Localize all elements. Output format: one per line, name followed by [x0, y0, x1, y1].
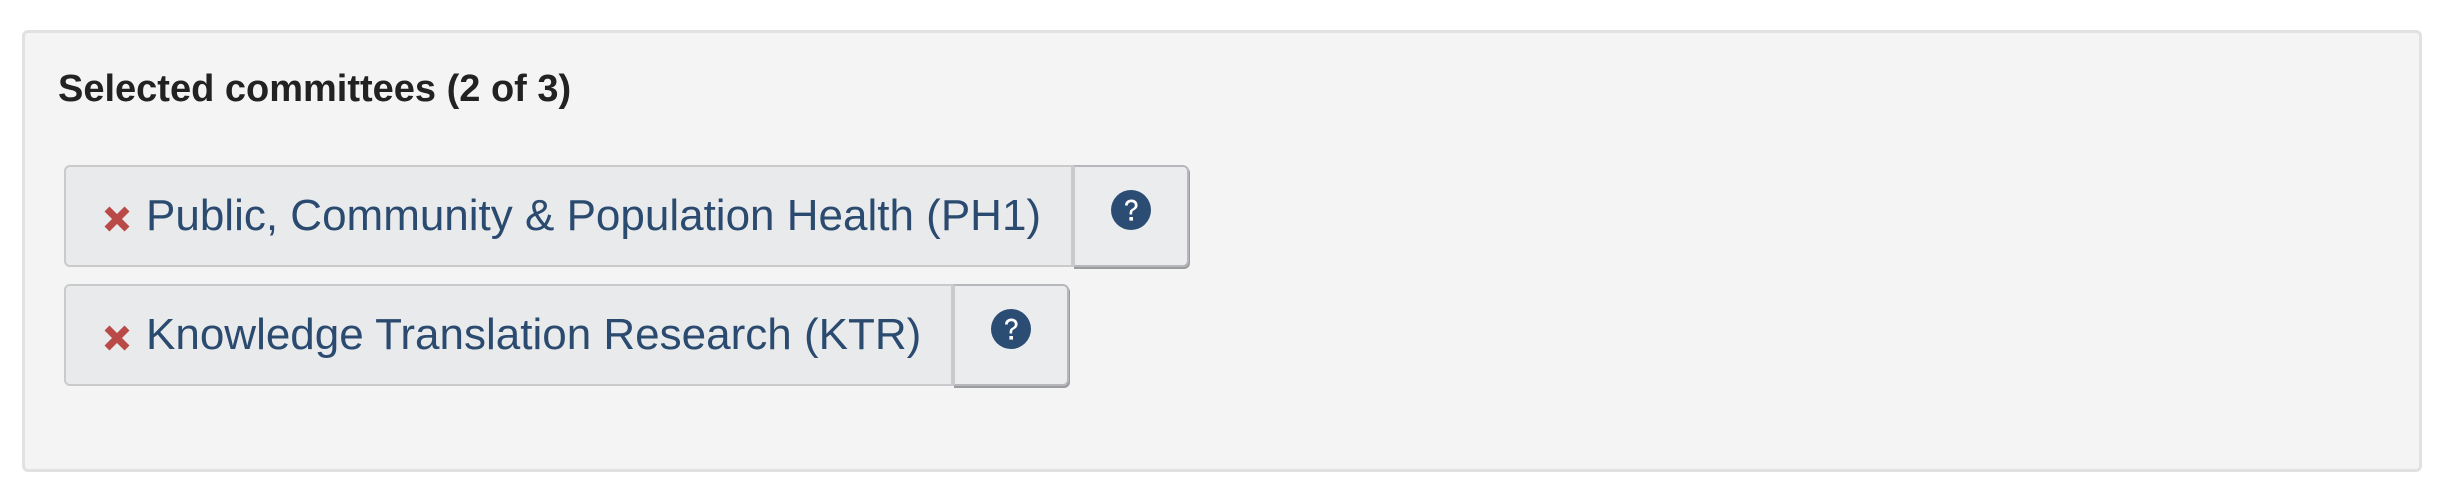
committee-help-button[interactable]	[953, 284, 1070, 386]
times-icon	[100, 202, 134, 236]
committee-chip: Knowledge Translation Research (KTR)	[64, 284, 1070, 386]
selected-committees-heading: Selected committees (2 of 3)	[58, 68, 572, 110]
committee-chip: Public, Community & Population Health (P…	[64, 165, 1190, 267]
question-circle-icon	[991, 309, 1032, 349]
question-circle-icon	[1111, 190, 1152, 230]
committee-help-button[interactable]	[1073, 165, 1190, 267]
committee-label: Knowledge Translation Research (KTR)	[146, 310, 922, 359]
remove-committee-button[interactable]: Public, Community & Population Health (P…	[64, 165, 1074, 267]
committee-label: Public, Community & Population Health (P…	[146, 191, 1042, 240]
remove-committee-button[interactable]: Knowledge Translation Research (KTR)	[64, 284, 954, 386]
times-icon	[100, 321, 134, 355]
